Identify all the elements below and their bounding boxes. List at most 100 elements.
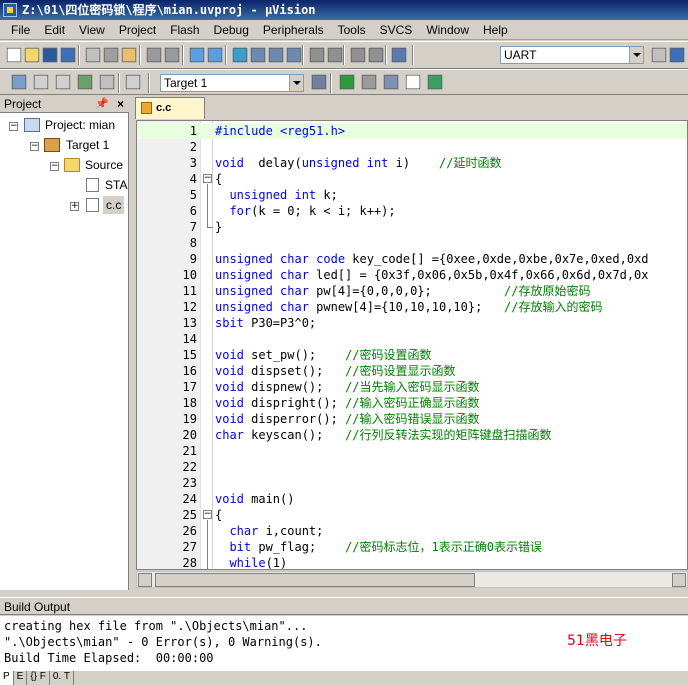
menu-svcs[interactable]: SVCS (373, 23, 420, 37)
code-line[interactable]: 19 void disperror(); //输入密码错误显示函数 (137, 411, 687, 427)
code-editor[interactable]: 1 #include <reg51.h> 2 3 void delay(unsigned… (136, 120, 688, 570)
chevron-down-icon[interactable] (289, 75, 303, 91)
code-line[interactable]: 11 unsigned char pw[4]={0,0,0,0}; //存放原始密… (137, 283, 687, 299)
pack-installer-icon[interactable] (405, 74, 421, 90)
manage-components-icon[interactable] (339, 74, 355, 90)
code-line[interactable]: 2 (137, 139, 687, 155)
menu-peripherals[interactable]: Peripherals (256, 23, 331, 37)
toolbar-separator (385, 45, 387, 65)
collapse-icon[interactable]: − (9, 122, 18, 131)
code-line[interactable]: 3 void delay(unsigned int i) //延时函数 (137, 155, 687, 171)
fold-collapse-icon[interactable]: − (203, 174, 212, 183)
code-line[interactable]: 13 sbit P30=P3^0; (137, 315, 687, 331)
code-line[interactable]: 12 unsigned char pwnew[4]={10,10,10,10}; … (137, 299, 687, 315)
incremental-find-icon[interactable] (651, 47, 667, 63)
code-line[interactable]: 24 void main() (137, 491, 687, 507)
code-line[interactable]: 10 unsigned char led[] = {0x3f,0x06,0x5b,… (137, 267, 687, 283)
open-file-icon[interactable] (24, 47, 40, 63)
scroll-right-icon[interactable] (672, 573, 686, 587)
next-bookmark-icon[interactable] (268, 47, 284, 63)
code-line[interactable]: 23 (137, 475, 687, 491)
find-in-files-icon[interactable] (391, 47, 407, 63)
tree-item-project[interactable]: Project: mian (45, 116, 115, 134)
clear-bookmarks-icon[interactable] (286, 47, 302, 63)
back-icon[interactable] (189, 47, 205, 63)
code-line[interactable]: 7} (137, 219, 687, 235)
unindent-icon[interactable] (327, 47, 343, 63)
new-file-icon[interactable] (6, 47, 22, 63)
select-packs-icon[interactable] (383, 74, 399, 90)
uncomment-icon[interactable] (368, 47, 384, 63)
load-icon[interactable] (125, 74, 141, 90)
manage-runtime-icon[interactable] (427, 74, 443, 90)
forward-icon[interactable] (207, 47, 223, 63)
pin-icon[interactable]: 📌 (95, 95, 109, 113)
tree-item-file-cc[interactable]: c.c (103, 196, 125, 214)
file-extensions-icon[interactable] (361, 74, 377, 90)
paste-icon[interactable] (121, 47, 137, 63)
fold-collapse-icon[interactable]: − (203, 510, 212, 519)
code-line[interactable]: 5 unsigned int k; (137, 187, 687, 203)
code-line[interactable]: 28 while(1) (137, 555, 687, 569)
find-combo[interactable]: UART (500, 46, 644, 64)
rebuild-icon[interactable] (55, 74, 71, 90)
code-line[interactable]: 6 for(k = 0; k < i; k++); (137, 203, 687, 219)
indent-icon[interactable] (309, 47, 325, 63)
tree-item-target[interactable]: Target 1 (66, 136, 109, 154)
tree-item-file-startup[interactable]: STA (105, 176, 127, 194)
code-line[interactable]: 1 #include <reg51.h> (137, 123, 687, 139)
menu-window[interactable]: Window (419, 23, 476, 37)
bookmark-icon[interactable] (232, 47, 248, 63)
save-all-icon[interactable] (60, 47, 76, 63)
scroll-thumb[interactable] (155, 573, 475, 587)
code-line[interactable]: 16 void dispset(); //密码设置显示函数 (137, 363, 687, 379)
build-output-title: Build Output (4, 600, 71, 614)
menu-file[interactable]: File (4, 23, 37, 37)
code-line[interactable]: 18 void dispright(); //输入密码正确显示函数 (137, 395, 687, 411)
close-icon[interactable]: × (117, 95, 124, 113)
code-line[interactable]: 25 { (137, 507, 687, 523)
menu-tools[interactable]: Tools (331, 23, 373, 37)
build-icon[interactable] (33, 74, 49, 90)
horizontal-scrollbar[interactable] (136, 571, 688, 588)
find-next-icon[interactable] (669, 47, 685, 63)
translate-icon[interactable] (11, 74, 27, 90)
code-line[interactable]: 17 void dispnew(); //当先输入密码显示函数 (137, 379, 687, 395)
target-options-icon[interactable] (311, 74, 327, 90)
code-line[interactable]: 27 bit pw_flag; //密码标志位，1表示正确0表示错误 (137, 539, 687, 555)
cut-icon[interactable] (85, 47, 101, 63)
code-line[interactable]: 4{ (137, 171, 687, 187)
menu-debug[interactable]: Debug (207, 23, 256, 37)
menu-help[interactable]: Help (476, 23, 515, 37)
code-line[interactable]: 21 (137, 443, 687, 459)
expand-icon[interactable]: + (70, 202, 79, 211)
code-line[interactable]: 15 void set_pw(); //密码设置函数 (137, 347, 687, 363)
tree-item-source-group[interactable]: Source (85, 156, 123, 174)
prev-bookmark-icon[interactable] (250, 47, 266, 63)
code-line[interactable]: 8 (137, 235, 687, 251)
menu-flash[interactable]: Flash (163, 23, 206, 37)
code-line[interactable]: 26 char i,count; (137, 523, 687, 539)
code-line[interactable]: 20 char keyscan(); //行列反转法实现的矩阵键盘扫描函数 (137, 427, 687, 443)
undo-icon[interactable] (146, 47, 162, 63)
collapse-icon[interactable]: − (30, 142, 39, 151)
redo-icon[interactable] (164, 47, 180, 63)
scroll-left-icon[interactable] (138, 573, 152, 587)
copy-icon[interactable] (103, 47, 119, 63)
code-token: P30=P3^0; (243, 316, 317, 330)
menu-view[interactable]: View (72, 23, 112, 37)
code-line[interactable]: 14 (137, 331, 687, 347)
tab-c-c[interactable]: c.c (135, 97, 205, 119)
menu-edit[interactable]: Edit (37, 23, 72, 37)
menu-project[interactable]: Project (112, 23, 163, 37)
collapse-icon[interactable]: − (50, 162, 59, 171)
chevron-down-icon[interactable] (629, 47, 643, 63)
save-icon[interactable] (42, 47, 58, 63)
code-line[interactable]: 22 (137, 459, 687, 475)
stop-build-icon[interactable] (99, 74, 115, 90)
target-select[interactable]: Target 1 (160, 74, 304, 92)
batch-build-icon[interactable] (77, 74, 93, 90)
code-line[interactable]: 9 unsigned char code key_code[] ={0xee,0x… (137, 251, 687, 267)
comment-icon[interactable] (350, 47, 366, 63)
code-token: main() (243, 492, 295, 506)
